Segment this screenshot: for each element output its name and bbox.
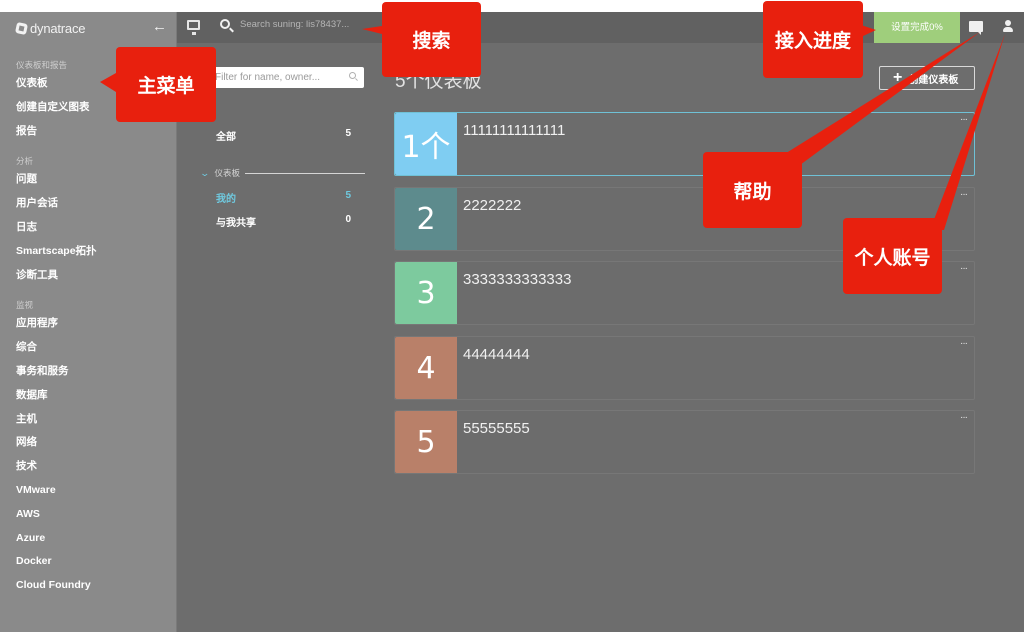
callout-account: 个人账号 — [843, 218, 942, 294]
chat-bubble-icon[interactable] — [969, 21, 983, 35]
filter-all-label: 全部 — [216, 132, 236, 143]
main-content: 5个仪表板 + 创建仪表板 1个 11111111111111 ··· 2 22… — [378, 43, 1024, 632]
filter-mine-label: 我的 — [216, 194, 236, 205]
nav-item-hosts[interactable]: 主机 — [16, 408, 97, 432]
dashboard-tile[interactable]: 4 44444444 ··· — [394, 336, 975, 400]
filter-shared-count: 0 — [345, 214, 351, 225]
filter-field[interactable] — [211, 67, 364, 88]
nav-item-logs[interactable]: 日志 — [16, 216, 97, 240]
nav-item-technologies[interactable]: 技术 — [16, 455, 97, 479]
search-icon — [349, 72, 356, 79]
dashboard-name: 44444444 — [463, 346, 530, 363]
create-dashboard-button[interactable]: + 创建仪表板 — [879, 66, 975, 90]
logo-text: dynatrace — [30, 20, 86, 36]
filter-shared-with-me[interactable]: 与我共享 0 — [216, 214, 351, 229]
nav-item-transactions-services[interactable]: 事务和服务 — [16, 360, 97, 384]
nav-item-diagnostic-tools[interactable]: 诊断工具 — [16, 264, 97, 288]
nav-item-docker[interactable]: Docker — [16, 550, 97, 574]
nav-item-azure[interactable]: Azure — [16, 527, 97, 551]
filter-mine-count: 5 — [345, 190, 351, 201]
filter-all[interactable]: 全部 5 — [216, 128, 351, 143]
nav-item-vmware[interactable]: VMware — [16, 479, 97, 503]
nav-item-aws[interactable]: AWS — [16, 503, 97, 527]
user-icon-body — [1003, 27, 1013, 32]
callout-search: 搜索 — [382, 2, 481, 77]
nav-item-smartscape[interactable]: Smartscape拓扑 — [16, 240, 97, 264]
nav-item-synthetic[interactable]: 综合 — [16, 336, 97, 360]
filter-all-count: 5 — [345, 128, 351, 139]
dashboard-badge: 1个 — [395, 113, 457, 175]
nav-item-reports[interactable]: 报告 — [16, 120, 97, 144]
dashboard-name: 3333333333333 — [463, 271, 572, 288]
dynatrace-logo[interactable]: dynatrace — [14, 20, 86, 36]
more-options-icon[interactable]: ··· — [960, 114, 968, 125]
dashboard-badge: 5 — [395, 411, 457, 473]
filter-group-dashboards[interactable]: ⌄ 仪表板 — [199, 167, 365, 179]
dashboard-name: 55555555 — [463, 420, 530, 437]
filter-group-label: 仪表板 — [214, 168, 241, 178]
filter-shared-label: 与我共享 — [216, 218, 256, 229]
nav-item-create-custom-chart[interactable]: 创建自定义图表 — [16, 96, 97, 120]
dashboard-badge: 2 — [395, 188, 457, 250]
setup-progress-button[interactable]: 设置完成0% — [874, 12, 960, 43]
callout-onboarding: 接入进度 — [763, 1, 863, 78]
nav-item-applications[interactable]: 应用程序 — [16, 312, 97, 336]
filter-mine[interactable]: 我的 5 — [216, 190, 351, 205]
user-icon-head — [1005, 20, 1011, 26]
nav-section-title: 分析 — [16, 156, 34, 167]
filter-panel: 全部 5 ⌄ 仪表板 我的 5 与我共享 0 — [178, 43, 378, 632]
dashboard-badge: 3 — [395, 262, 457, 324]
chevron-down-icon: ⌄ — [199, 167, 211, 178]
more-options-icon[interactable]: ··· — [960, 412, 968, 423]
create-dashboard-label: 创建仪表板 — [908, 74, 959, 86]
user-icon[interactable] — [1003, 20, 1013, 33]
more-options-icon[interactable]: ··· — [960, 189, 968, 200]
dynatrace-logo-icon — [14, 21, 29, 35]
monitor-icon[interactable] — [187, 20, 200, 35]
nav-item-network[interactable]: 网络 — [16, 431, 97, 455]
search-icon[interactable] — [220, 19, 230, 29]
more-options-icon[interactable]: ··· — [960, 263, 968, 274]
dashboard-badge: 4 — [395, 337, 457, 399]
nav-section-title: 监视 — [16, 300, 34, 311]
dashboard-tile[interactable]: 5 55555555 ··· — [394, 410, 975, 474]
dashboard-name: 11111111111111 — [463, 122, 566, 139]
dashboard-name: 2222222 — [463, 197, 522, 214]
plus-icon: + — [893, 69, 903, 86]
nav-item-databases[interactable]: 数据库 — [16, 384, 97, 408]
divider — [245, 172, 365, 174]
nav-section-title: 仪表板和报告 — [16, 60, 68, 70]
callout-main-menu: 主菜单 — [116, 47, 216, 122]
nav-item-dashboards[interactable]: 仪表板 — [16, 72, 97, 96]
nav-item-user-sessions[interactable]: 用户会话 — [16, 192, 97, 216]
dashboard-tile[interactable]: 1个 11111111111111 ··· — [394, 112, 975, 176]
callout-help: 帮助 — [703, 152, 802, 228]
main-menu: 仪表板和报告 仪表板 创建自定义图表 报告 分析 问题 用户会话 日志 Smar… — [16, 58, 97, 598]
filter-input[interactable] — [211, 67, 341, 88]
more-options-icon[interactable]: ··· — [960, 338, 968, 349]
top-bar: 设置完成0% — [177, 12, 1024, 43]
arrow-left-icon[interactable]: ← — [152, 18, 167, 35]
nav-item-problems[interactable]: 问题 — [16, 168, 97, 192]
nav-item-cloud-foundry[interactable]: Cloud Foundry — [16, 574, 97, 598]
